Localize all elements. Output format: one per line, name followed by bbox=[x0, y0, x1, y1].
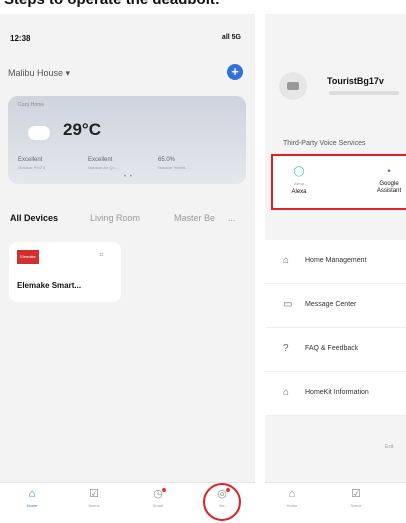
menu-label: HomeKit Information bbox=[305, 389, 369, 396]
alexa-label: Alexa bbox=[291, 189, 307, 195]
settings-menu: ⌂ Home Management ▭ Message Center ? FAQ… bbox=[265, 240, 406, 416]
weather-stat: Excellent Outdoor PM2.5 bbox=[18, 156, 45, 172]
stat-label: Outdoor Humid... bbox=[158, 165, 189, 170]
home-screen: 12:38 all 5G Malibu House ▾ + Cozy Home … bbox=[0, 14, 255, 523]
menu-label: Message Center bbox=[305, 301, 357, 308]
tab-smart[interactable]: ◷ Smart bbox=[143, 487, 173, 508]
smart-icon: ◷ bbox=[153, 488, 163, 500]
alexa-caption: Alexa bbox=[293, 181, 304, 186]
menu-item-home-management[interactable]: ⌂ Home Management bbox=[265, 240, 406, 284]
stat-value: Excellent bbox=[88, 157, 113, 163]
weather-label: Cozy Home bbox=[18, 102, 45, 108]
tab-home[interactable]: ⌂ Home bbox=[277, 487, 307, 508]
stat-label: Outdoor PM2.5 bbox=[18, 165, 46, 170]
scene-icon: ☑ bbox=[351, 488, 361, 500]
me-screen: TouristBg17v Third-Party Voice Services … bbox=[265, 14, 406, 523]
google-assistant-icon: • bbox=[387, 166, 391, 177]
weather-stat: 65.0% Outdoor Humid... bbox=[158, 156, 188, 172]
google-assistant-button[interactable]: • Google Assistant bbox=[367, 166, 406, 195]
tab-label: Scene bbox=[350, 503, 362, 508]
tab-living-room[interactable]: Living Room bbox=[90, 213, 140, 223]
chevron-down-icon: ▾ bbox=[65, 68, 71, 78]
home-selector[interactable]: Malibu House ▾ bbox=[8, 68, 70, 79]
stat-value: 65.0% bbox=[158, 157, 176, 163]
exit-button[interactable]: Exit bbox=[385, 444, 393, 450]
tab-scene[interactable]: ☑ Scene bbox=[341, 487, 371, 508]
weather-card[interactable]: Cozy Home 29°C Excellent Outdoor PM2.5 E… bbox=[8, 96, 246, 184]
user-name[interactable]: TouristBg17v bbox=[327, 76, 384, 86]
home-management-icon: ⌂ bbox=[283, 255, 290, 266]
avatar[interactable] bbox=[279, 72, 307, 100]
menu-label: FAQ & Feedback bbox=[305, 345, 359, 352]
more-tabs-button[interactable]: ... bbox=[228, 213, 236, 223]
instruction-title: Steps to operate the deadbolt: bbox=[4, 0, 220, 8]
status-bar: 12:38 all 5G bbox=[0, 14, 255, 50]
room-tabs: All Devices Living Room Master Be ... bbox=[0, 210, 255, 228]
cloud-icon bbox=[28, 126, 50, 140]
status-time: 12:38 bbox=[10, 34, 31, 43]
instruction-header: Steps to operate the deadbolt: bbox=[0, 0, 406, 14]
alexa-button[interactable]: ◯ Alexa Alexa bbox=[277, 166, 321, 196]
page-indicator: • • bbox=[124, 174, 133, 180]
home-icon: ⌂ bbox=[288, 488, 296, 500]
add-device-button[interactable]: + bbox=[227, 64, 243, 80]
tab-label: Scene bbox=[88, 503, 100, 508]
message-center-icon: ▭ bbox=[283, 299, 293, 310]
menu-label: Home Management bbox=[305, 257, 367, 264]
user-icon bbox=[287, 82, 299, 90]
google-assistant-label: Google Assistant bbox=[376, 181, 402, 194]
homekit-icon: ⌂ bbox=[283, 387, 290, 398]
lock-status-icon: ⌗ bbox=[99, 250, 104, 259]
voice-services-panel: ◯ Alexa Alexa • Google Assistant bbox=[271, 154, 406, 210]
section-title: Third-Party Voice Services bbox=[283, 140, 366, 147]
home-icon: ⌂ bbox=[28, 488, 36, 500]
tab-label: Home bbox=[286, 503, 298, 508]
menu-item-message-center[interactable]: ▭ Message Center bbox=[265, 284, 406, 328]
weather-stat: Excellent Outdoor Air Qu... bbox=[88, 156, 118, 172]
tab-all-devices[interactable]: All Devices bbox=[10, 213, 58, 223]
menu-item-faq-feedback[interactable]: ? FAQ & Feedback bbox=[265, 328, 406, 372]
tab-home[interactable]: ⌂ Home bbox=[17, 487, 47, 508]
tab-label: Home bbox=[26, 503, 38, 508]
tab-scene[interactable]: ☑ Scene bbox=[79, 487, 109, 508]
menu-item-homekit-information[interactable]: ⌂ HomeKit Information bbox=[265, 372, 406, 416]
stat-value: Excellent bbox=[18, 157, 43, 163]
highlight-circle bbox=[203, 483, 241, 521]
tab-label: Smart bbox=[152, 503, 164, 508]
device-name: Elemake Smart... bbox=[17, 281, 82, 290]
device-card[interactable]: Elemake ⌗ Elemake Smart... bbox=[9, 242, 121, 302]
tab-master-bedroom[interactable]: Master Be bbox=[174, 213, 215, 223]
scene-icon: ☑ bbox=[89, 488, 99, 500]
home-name: Malibu House bbox=[8, 68, 64, 78]
temperature: 29°C bbox=[63, 120, 101, 139]
device-logo: Elemake bbox=[17, 250, 39, 264]
bottom-tab-bar: ⌂ Home ☑ Scene bbox=[265, 482, 406, 523]
stat-label: Outdoor Air Qu... bbox=[88, 165, 119, 170]
alexa-icon: ◯ bbox=[293, 166, 305, 177]
user-account-info bbox=[329, 91, 399, 95]
notification-dot bbox=[162, 488, 166, 492]
faq-icon: ? bbox=[283, 343, 289, 354]
status-signal: all 5G bbox=[221, 34, 241, 41]
